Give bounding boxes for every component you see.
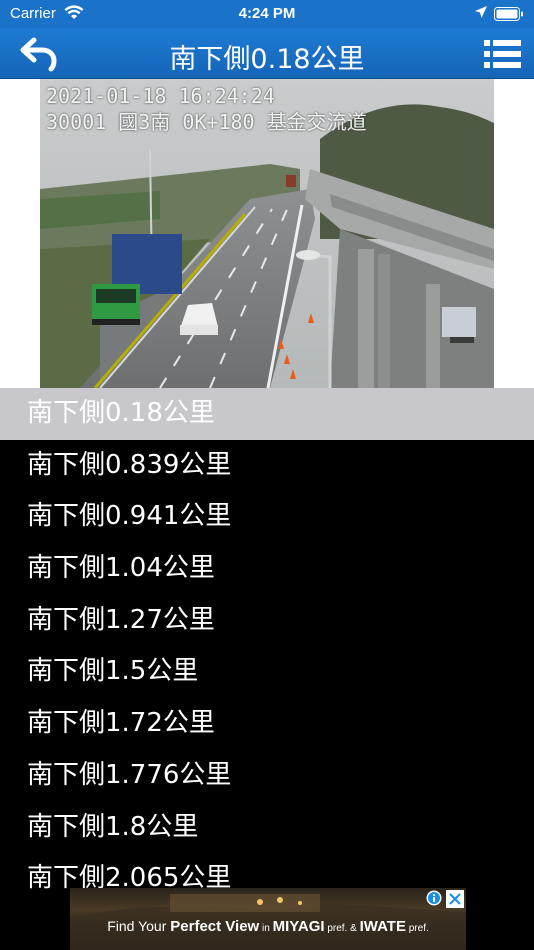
ad-text: Find Your Perfect View in MIYAGI pref. &… — [70, 918, 466, 935]
status-bar: Carrier 4:24 PM — [0, 0, 534, 28]
traffic-camera-image: 2021-01-18 16:24:24 30001 國3南 0K+180 基金交流… — [40, 79, 494, 388]
list-item[interactable]: 南下側1.04公里 — [0, 543, 534, 595]
ad-text-prefix: Find Your — [107, 918, 171, 934]
ad-text-place2: IWATE — [359, 918, 406, 935]
camera-location: 30001 國3南 0K+180 基金交流道 — [46, 110, 367, 134]
list-item[interactable]: 南下側1.72公里 — [0, 698, 534, 750]
ad-text-amp: & — [347, 923, 360, 934]
ad-close-icon[interactable] — [446, 890, 464, 908]
navigation-bar: 南下側0.18公里 — [0, 28, 534, 79]
ad-banner[interactable]: Find Your Perfect View in MIYAGI pref. &… — [70, 888, 466, 950]
menu-button[interactable] — [484, 38, 522, 70]
ad-text-highlight: Perfect View — [170, 918, 260, 935]
ad-text-in: in — [259, 923, 273, 934]
ad-text-place1: MIYAGI — [272, 918, 325, 935]
list-item[interactable]: 南下側1.27公里 — [0, 595, 534, 647]
list-item[interactable]: 南下側1.776公里 — [0, 750, 534, 802]
ad-info-icon[interactable] — [426, 890, 442, 906]
camera-timestamp: 2021-01-18 16:24:24 — [46, 84, 275, 108]
list-item[interactable]: 南下側0.839公里 — [0, 440, 534, 492]
list-item[interactable]: 南下側1.8公里 — [0, 802, 534, 854]
list-menu-icon — [484, 40, 521, 68]
camera-list: 南下側0.18公里 南下側0.839公里 南下側0.941公里 南下側1.04公… — [0, 388, 534, 905]
camera-overlay: 2021-01-18 16:24:24 30001 國3南 0K+180 基金交流… — [46, 83, 367, 135]
ad-text-pref2: pref. — [405, 923, 429, 934]
list-item[interactable]: 南下側0.941公里 — [0, 491, 534, 543]
list-item[interactable]: 南下側1.5公里 — [0, 646, 534, 698]
location-arrow-icon — [474, 5, 488, 23]
list-item-selected[interactable]: 南下側0.18公里 — [0, 388, 534, 440]
ad-text-pref1: pref. — [324, 923, 348, 934]
clock: 4:24 PM — [238, 5, 296, 22]
battery-icon — [494, 7, 524, 25]
page-title: 南下側0.18公里 — [169, 44, 365, 75]
camera-panel: 2021-01-18 16:24:24 30001 國3南 0K+180 基金交流… — [0, 79, 534, 388]
